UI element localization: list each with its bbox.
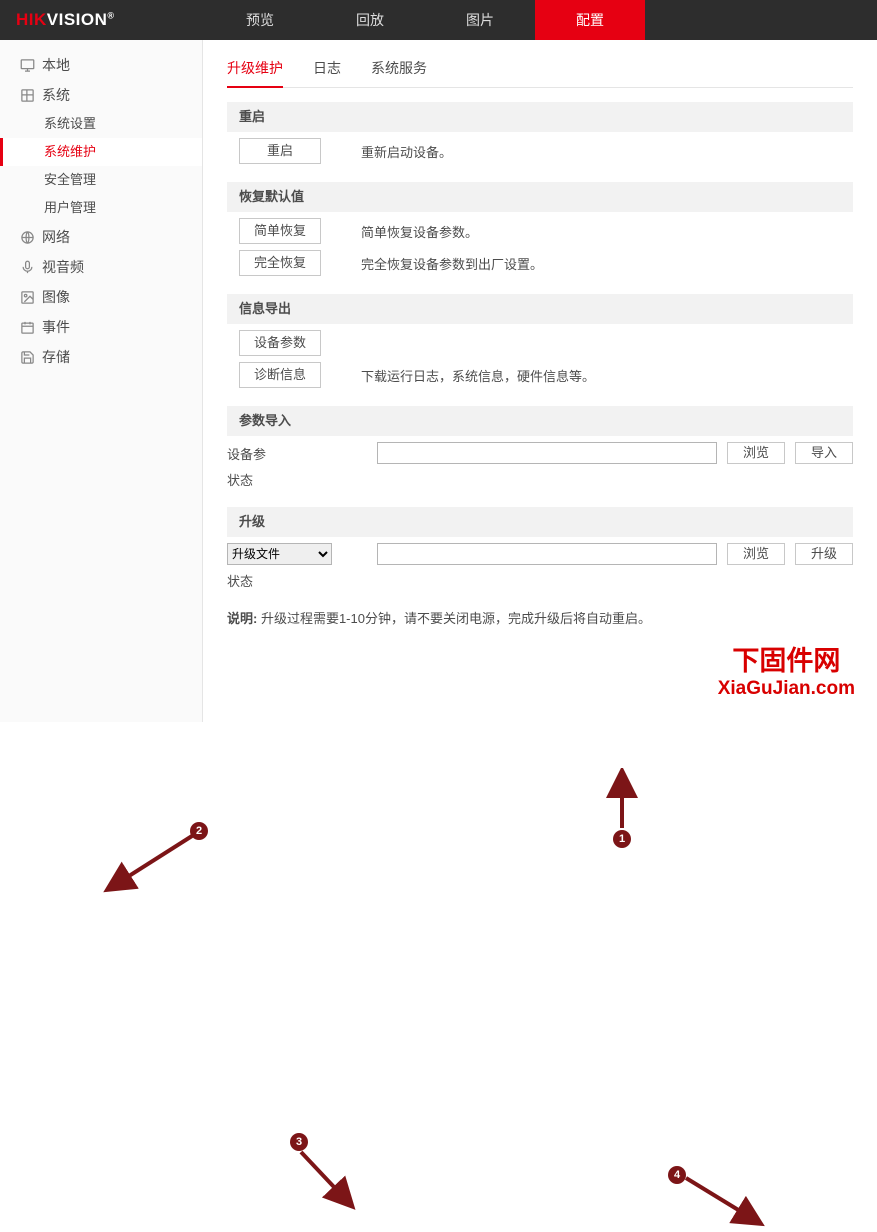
calendar-icon [20,320,42,335]
brand-logo: HIKVISION® [0,10,205,30]
full-restore-button[interactable]: 完全恢复 [239,250,321,276]
sidebar-sub-security[interactable]: 安全管理 [0,166,202,194]
grid-icon [20,88,42,103]
section-restore-header: 恢复默认值 [227,182,853,212]
sidebar-item-local[interactable]: 本地 [0,50,202,80]
export-diag-button[interactable]: 诊断信息 [239,362,321,388]
sidebar-item-network[interactable]: 网络 [0,222,202,252]
sidebar-sub-maintenance[interactable]: 系统维护 [0,138,202,166]
upgrade-status-label: 状态 [227,571,377,590]
sidebar-item-label: 网络 [42,227,70,247]
upgrade-file-input[interactable] [377,543,717,565]
reboot-button[interactable]: 重启 [239,138,321,164]
image-icon [20,290,42,305]
sidebar-item-event[interactable]: 事件 [0,312,202,342]
subtab-service[interactable]: 系统服务 [371,52,427,87]
monitor-icon [20,58,42,73]
export-params-button[interactable]: 设备参数 [239,330,321,356]
sidebar-item-label: 本地 [42,55,70,75]
globe-icon [20,230,42,245]
main-content: 升级维护 日志 系统服务 重启 重启 重新启动设备。 恢复默认值 简单恢复 简单… [203,40,877,722]
topbar: HIKVISION® 预览 回放 图片 配置 [0,0,877,40]
section-upgrade-header: 升级 [227,507,853,537]
sidebar-item-label: 图像 [42,287,70,307]
sidebar-item-storage[interactable]: 存储 [0,342,202,372]
simple-restore-button[interactable]: 简单恢复 [239,218,321,244]
sidebar-item-label: 存储 [42,347,70,367]
sidebar: 本地 系统 系统设置 系统维护 安全管理 用户管理 网络 视音频 [0,40,203,722]
sidebar-item-label: 视音频 [42,257,84,277]
sidebar-item-av[interactable]: 视音频 [0,252,202,282]
sidebar-sub-settings[interactable]: 系统设置 [0,110,202,138]
reboot-desc: 重新启动设备。 [361,142,452,161]
sidebar-sub-user[interactable]: 用户管理 [0,194,202,222]
section-export-header: 信息导出 [227,294,853,324]
mic-icon [20,260,42,275]
import-label: 设备参 [227,444,377,463]
upgrade-type-select[interactable]: 升级文件 [227,543,332,565]
nav-config[interactable]: 配置 [535,0,645,40]
top-nav: 预览 回放 图片 配置 [205,0,645,40]
nav-preview[interactable]: 预览 [205,0,315,40]
simple-restore-desc: 简单恢复设备参数。 [361,222,478,241]
import-status-label: 状态 [227,470,377,489]
section-import-header: 参数导入 [227,406,853,436]
section-reboot-header: 重启 [227,102,853,132]
upgrade-note: 说明: 升级过程需要1-10分钟，请不要关闭电源，完成升级后将自动重启。 [227,608,853,627]
upgrade-browse-button[interactable]: 浏览 [727,543,785,565]
upgrade-button[interactable]: 升级 [795,543,853,565]
nav-picture[interactable]: 图片 [425,0,535,40]
subtab-maintenance[interactable]: 升级维护 [227,52,283,88]
sidebar-item-image[interactable]: 图像 [0,282,202,312]
full-restore-desc: 完全恢复设备参数到出厂设置。 [361,254,543,273]
save-icon [20,350,42,365]
sidebar-item-label: 事件 [42,317,70,337]
sidebar-item-system[interactable]: 系统 [0,80,202,110]
import-browse-button[interactable]: 浏览 [727,442,785,464]
export-diag-desc: 下载运行日志，系统信息，硬件信息等。 [361,366,595,385]
nav-playback[interactable]: 回放 [315,0,425,40]
sidebar-item-label: 系统 [42,85,70,105]
import-file-input[interactable] [377,442,717,464]
subtab-log[interactable]: 日志 [313,52,341,87]
import-button[interactable]: 导入 [795,442,853,464]
subtabs: 升级维护 日志 系统服务 [227,52,853,88]
